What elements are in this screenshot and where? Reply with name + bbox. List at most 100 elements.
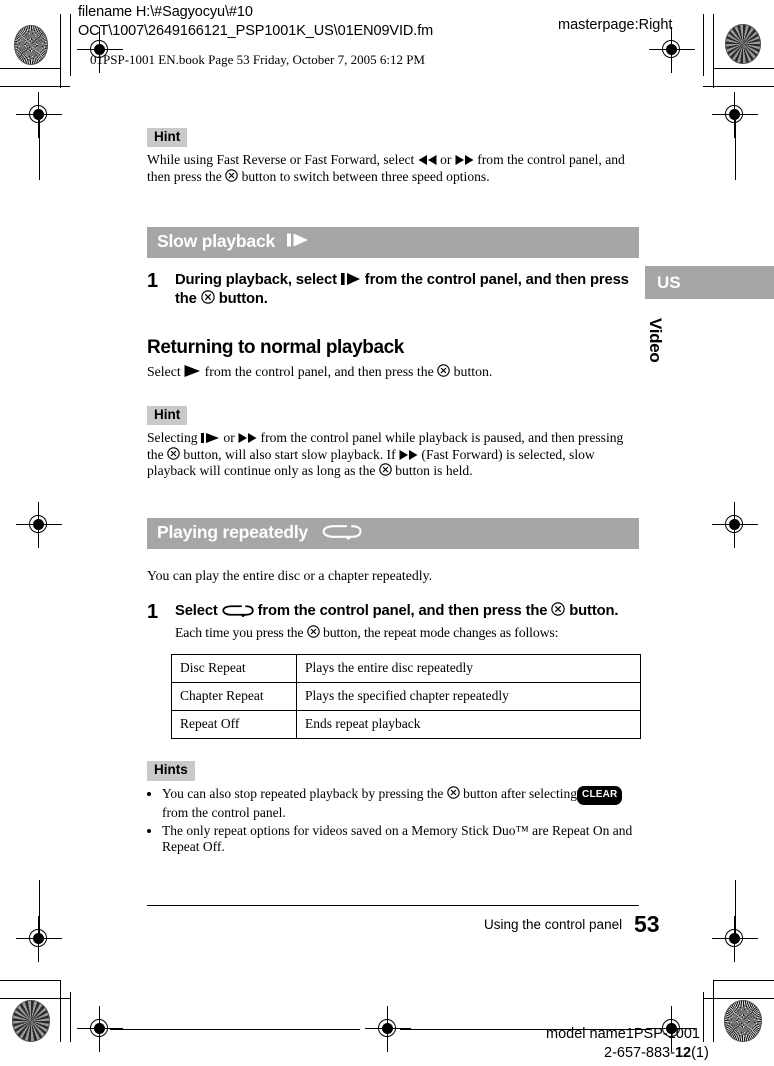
- header-filename: filename H:\#Sagyocyu\#10 OCT\1007\264916…: [78, 3, 433, 41]
- hint-block-top: Hint While using Fast Reverse or Fast Fo…: [147, 128, 639, 185]
- cross-button-icon: [225, 168, 238, 182]
- table-row: Disc Repeat Plays the entire disc repeat…: [171, 653, 641, 684]
- hint-badge: Hint: [147, 128, 188, 148]
- section-tab-label: Video: [646, 318, 665, 363]
- step-text-a: Select: [175, 602, 218, 619]
- repeat-mode-name: Repeat Off: [171, 710, 297, 740]
- document-number: 2-657-883-12(1): [604, 1045, 709, 1061]
- table-row: Chapter Repeat Plays the specified chapt…: [171, 682, 641, 712]
- step-text-a: During playback, select: [175, 272, 337, 289]
- hints-item1-a: You can also stop repeated playback by p…: [162, 785, 444, 801]
- hint-top-text-d: button to switch between three speed opt…: [241, 168, 490, 184]
- registration-mark-mid-right: [712, 502, 758, 548]
- section-header-slow-playback-label: Slow playback: [157, 231, 276, 252]
- registration-mark-mid-left: [16, 502, 62, 548]
- returning-text-c: button.: [453, 364, 493, 380]
- hint-block-slow: Hint Selecting or from the control panel…: [147, 406, 639, 480]
- registration-mark-top-right: [649, 27, 695, 73]
- repeat-mode-description: Plays the entire disc repeatedly: [296, 653, 641, 684]
- table-row: Repeat Off Ends repeat playback: [171, 710, 641, 740]
- header-filename-line2: OCT\1007\2649166121_PSP1001K_US\01EN09VI…: [78, 23, 434, 39]
- section-header-playing-repeatedly-label: Playing repeatedly: [157, 521, 309, 542]
- returning-text-b: from the control panel, and then press t…: [204, 364, 434, 380]
- slow-playback-icon: [340, 273, 361, 286]
- page-number: 53: [634, 911, 660, 937]
- slow-playback-icon: [201, 433, 220, 444]
- repeat-mode-description: Plays the specified chapter repeatedly: [296, 682, 641, 712]
- cross-button-icon: [379, 463, 392, 477]
- step-text-c: button.: [569, 602, 619, 619]
- footer-divider: [147, 905, 639, 906]
- playing-repeatedly-intro: You can play the entire disc or a chapte…: [147, 567, 433, 583]
- fast-reverse-icon: [418, 155, 437, 166]
- step-subtext-a: Each time you press the: [175, 624, 304, 640]
- cross-button-icon: [446, 785, 460, 799]
- section-header-slow-playback: Slow playback: [147, 227, 639, 259]
- repeat-loop-icon: [222, 603, 254, 618]
- hint-slow-text: Selecting or from the control panel whil…: [147, 430, 639, 480]
- subsection-heading: Returning to normal playback: [147, 337, 404, 359]
- step-number: 1: [147, 600, 159, 623]
- step-subtext-b: button, the repeat mode changes as follo…: [322, 624, 559, 640]
- step-slow-playback-1: 1 During playback, select from the contr…: [147, 271, 639, 309]
- play-icon: [184, 365, 201, 378]
- region-tab-us: US: [645, 266, 774, 299]
- slow-playback-icon: [286, 233, 309, 247]
- list-item: You can also stop repeated playback by p…: [162, 785, 639, 822]
- step-subtext: Each time you press the button, the repe…: [175, 624, 618, 642]
- hint-slow-text-f: button is held.: [395, 463, 473, 479]
- section-header-playing-repeatedly: Playing repeatedly: [147, 517, 639, 549]
- repeat-mode-table-body: Disc Repeat Plays the entire disc repeat…: [171, 653, 641, 740]
- density-target-top-left: [14, 25, 48, 65]
- step-text-c: button.: [218, 291, 268, 308]
- repeat-mode-name: Disc Repeat: [171, 653, 297, 684]
- hints-item1-c: from the control panel.: [162, 805, 286, 821]
- header-bookline: 01PSP-1001 EN.book Page 53 Friday, Octob…: [90, 52, 425, 67]
- subsection-returning-normal-playback: Returning to normal playback Select from…: [147, 337, 639, 381]
- list-item: The only repeat options for videos saved…: [162, 823, 639, 856]
- document-number-suffix: (1): [691, 1045, 709, 1061]
- hint-badge: Hint: [147, 406, 188, 426]
- hints-item1-b: button after selecting: [463, 785, 578, 801]
- hints-badge: Hints: [147, 761, 195, 781]
- step-playing-repeatedly-1: 1 Select from the control panel, and the…: [147, 600, 639, 642]
- footer-caption: Using the control panel: [484, 917, 623, 932]
- hint-top-text: While using Fast Reverse or Fast Forward…: [147, 152, 639, 185]
- manual-page: filename H:\#Sagyocyu\#10 OCT\1007\264916…: [0, 0, 774, 1066]
- section-slow-playback: Slow playback 1 During playback, select …: [147, 227, 639, 309]
- cross-button-icon: [167, 447, 180, 460]
- cross-button-icon: [306, 625, 320, 638]
- hints-block-bottom: Hints You can also stop repeated playbac…: [147, 761, 639, 855]
- repeat-mode-name: Chapter Repeat: [171, 682, 297, 712]
- hint-slow-text-d: button, will also start slow playback. I…: [183, 446, 396, 462]
- hint-top-text-a: While using Fast Reverse or Fast Forward…: [147, 152, 415, 168]
- cross-button-icon: [551, 602, 566, 616]
- fast-forward-icon: [399, 449, 418, 460]
- model-name: model name1PSP-1001: [546, 1026, 700, 1042]
- step-number: 1: [147, 270, 159, 293]
- density-target-bottom-right: [724, 1000, 762, 1042]
- fast-forward-icon: [455, 155, 474, 166]
- content-column: Hint While using Fast Reverse or Fast Fo…: [147, 128, 641, 857]
- fast-forward-icon: [238, 433, 257, 444]
- hint-slow-text-a: Selecting: [147, 430, 198, 446]
- density-target-top-right: [725, 24, 761, 64]
- returning-text-a: Select: [147, 364, 181, 380]
- header-filename-line1: filename H:\#Sagyocyu\#10: [78, 4, 253, 20]
- cross-button-icon: [200, 290, 215, 304]
- clear-button-badge: CLEAR: [577, 785, 623, 806]
- hint-slow-text-b: or: [223, 430, 235, 446]
- density-target-bottom-left: [12, 1000, 50, 1042]
- section-tab-video: Video: [641, 318, 665, 388]
- document-number-prefix: 2-657-883-: [604, 1045, 675, 1061]
- header-masterpage: masterpage:Right: [558, 17, 673, 33]
- hints-list: You can also stop repeated playback by p…: [147, 785, 639, 856]
- repeat-mode-table: Disc Repeat Plays the entire disc repeat…: [171, 653, 641, 740]
- step-text-b: from the control panel, and then press t…: [257, 602, 548, 619]
- section-playing-repeatedly: Playing repeatedly You can play the enti…: [147, 517, 641, 740]
- repeat-loop-icon: [322, 523, 362, 540]
- region-tab-label: US: [657, 272, 681, 292]
- step-text: During playback, select from the control…: [175, 271, 639, 309]
- subsection-body: Select from the control panel, and then …: [147, 363, 639, 381]
- hint-top-text-b: or: [440, 152, 452, 168]
